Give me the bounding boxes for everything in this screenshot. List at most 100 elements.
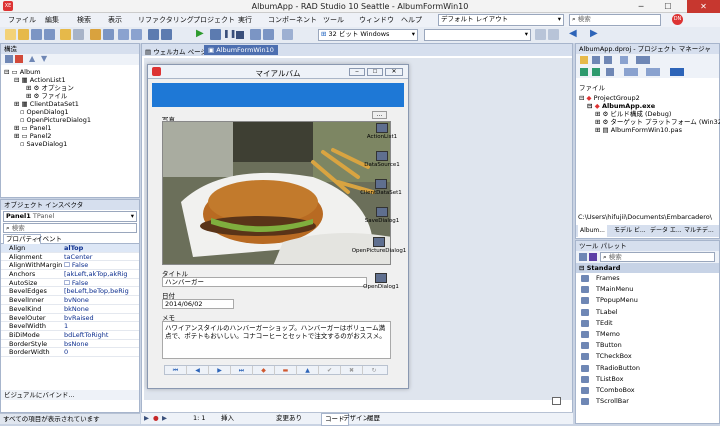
target-icon[interactable] <box>282 29 293 40</box>
device-icon[interactable] <box>535 29 546 40</box>
tree-node[interactable]: ⊞ ⚙ ビルド構成 (Debug) <box>579 110 719 118</box>
tab-data-explorer[interactable]: データ エ... <box>650 225 682 237</box>
down-icon[interactable]: ▼ <box>41 54 47 63</box>
clientdataset-component[interactable]: ClientDataSet1 <box>352 179 410 196</box>
palette-item[interactable]: TButton <box>576 340 719 351</box>
date-field[interactable]: 2014/06/02 <box>162 299 234 309</box>
palette-item[interactable]: TCheckBox <box>576 351 719 362</box>
form-close-button[interactable]: ✕ <box>385 68 403 76</box>
refresh-icon[interactable] <box>606 68 614 76</box>
remove-file-icon[interactable] <box>103 29 114 40</box>
layout-select[interactable]: デフォルト レイアウト ▾ <box>438 14 564 26</box>
form-minimize-button[interactable]: ─ <box>349 68 365 76</box>
save-all-icon[interactable] <box>44 29 55 40</box>
form-maximize-button[interactable]: ☐ <box>367 68 383 76</box>
layout-icon[interactable] <box>670 68 684 76</box>
header-panel[interactable] <box>152 83 404 107</box>
nav-edit-button[interactable]: ▲ <box>297 366 319 375</box>
palette-filter-icon[interactable] <box>589 253 597 261</box>
datasource-component[interactable]: DataSource1 <box>358 151 406 168</box>
menu-help[interactable]: ヘルプ <box>401 15 422 25</box>
property-row[interactable]: BevelInner bvNone <box>1 296 139 305</box>
property-row[interactable]: BiDiMode bdLeftToRight <box>1 331 139 340</box>
stop-icon[interactable] <box>236 31 244 39</box>
run-icon[interactable]: ▶ <box>196 28 204 39</box>
palette-item[interactable]: TLabel <box>576 307 719 318</box>
property-row[interactable]: BevelKind bkNone <box>1 305 139 314</box>
tree-node[interactable]: ⊞ ⚙ ファイル <box>4 92 139 100</box>
record-icon[interactable]: ● <box>153 413 159 424</box>
maximize-button[interactable]: ☐ <box>655 0 681 13</box>
property-row[interactable]: BevelOuter bvRaised <box>1 314 139 323</box>
open-icon[interactable] <box>18 29 29 40</box>
inspector-object-select[interactable]: Panel1 TPanel ▾ <box>3 211 137 222</box>
palette-item[interactable]: TScrollBar <box>576 396 719 407</box>
sync-icon[interactable] <box>620 56 628 64</box>
options-icon[interactable] <box>624 68 638 76</box>
reopen-icon[interactable] <box>73 29 84 40</box>
add-project-icon[interactable] <box>580 56 588 64</box>
tree-node[interactable]: ⊟ ▭ Album <box>4 68 139 76</box>
new-icon[interactable] <box>5 29 16 40</box>
openpicturedialog-component[interactable]: OpenPictureDialog1 <box>348 237 410 254</box>
nav-first-button[interactable]: ⏮ <box>165 366 187 375</box>
form-window[interactable]: マイアルバム ─ ☐ ✕ 写真 ... ActionList1 DataSour… <box>147 64 409 389</box>
device-settings-icon[interactable] <box>548 29 559 40</box>
property-row[interactable]: Anchors [akLeft,akTop,akRig <box>1 270 139 279</box>
tab-history[interactable]: 履歴 <box>367 413 380 424</box>
view-form-icon[interactable] <box>161 29 172 40</box>
property-row[interactable]: BevelEdges [beLeft,beTop,beRig <box>1 287 139 297</box>
palette-item[interactable]: TComboBox <box>576 385 719 396</box>
tab-album[interactable]: Album... <box>578 225 607 237</box>
savedialog-component[interactable]: SaveDialog1 <box>358 207 406 224</box>
menu-tools[interactable]: ツール <box>323 15 344 25</box>
menu-window[interactable]: ウィンドウ <box>359 15 394 25</box>
menu-search[interactable]: 検索 <box>77 15 91 25</box>
ide-search-input[interactable]: ⌕ 検索 <box>569 14 661 26</box>
nav-cancel-button[interactable]: ✖ <box>341 366 363 375</box>
property-row[interactable]: BorderStyle bsNone <box>1 340 139 349</box>
designer-toggle-checkbox[interactable] <box>552 397 561 405</box>
tree-node[interactable]: ▫ OpenDialog1 <box>4 108 139 116</box>
palette-item[interactable]: Frames <box>576 273 719 284</box>
compile-icon[interactable] <box>580 68 588 76</box>
activate-icon[interactable] <box>604 56 612 64</box>
playback-icon[interactable]: ▶ <box>162 413 167 424</box>
palette-item[interactable]: TMainMenu <box>576 284 719 295</box>
nav-post-button[interactable]: ✔ <box>319 366 341 375</box>
menu-file[interactable]: ファイル <box>8 15 36 25</box>
tab-albumformwin10[interactable]: ▣ AlbumFormWin10 <box>204 45 278 55</box>
tree-node[interactable]: ▫ SaveDialog1 <box>4 140 139 148</box>
palette-item[interactable]: TMemo <box>576 329 719 340</box>
actionlist-component[interactable]: ActionList1 <box>358 123 406 140</box>
tab-multi-device[interactable]: マルチデ... <box>684 225 714 237</box>
nav-refresh-button[interactable]: ↻ <box>363 366 385 375</box>
photo-browse-button[interactable]: ... <box>372 111 387 119</box>
title-field[interactable]: ハンバーガー <box>162 277 367 287</box>
palette-item[interactable]: TPopupMenu <box>576 295 719 306</box>
tree-node[interactable]: ⊞ ⚙ オプション <box>4 84 139 92</box>
palette-search-input[interactable]: ⌕ 検索 <box>600 252 715 262</box>
tab-events[interactable]: イベント <box>36 235 62 244</box>
menu-run[interactable]: 実行 <box>238 15 252 25</box>
nav-delete-button[interactable]: ▬ <box>275 366 297 375</box>
view-unit-icon[interactable] <box>131 29 142 40</box>
tree-node[interactable]: ⊞ ⚙ ターゲット プラットフォーム (Win32) <box>579 118 720 126</box>
tab-design[interactable]: デザイン <box>343 413 369 424</box>
platform-select[interactable]: ⊞ 32 ビット Windows ▾ <box>318 29 418 41</box>
up-icon[interactable]: ▲ <box>29 54 35 63</box>
tab-model-view[interactable]: モデル ビ... <box>614 225 646 237</box>
palette-category[interactable]: ⊟ Standard <box>576 263 719 273</box>
nav-insert-button[interactable]: ◆ <box>253 366 275 375</box>
run-without-debug-icon[interactable] <box>210 29 221 40</box>
back-icon[interactable]: ◀ <box>569 28 577 39</box>
nav-prior-button[interactable]: ◀ <box>187 366 209 375</box>
property-row[interactable]: BorderWidth 0 <box>1 348 139 357</box>
palette-item[interactable]: TEdit <box>576 318 719 329</box>
delete-item-icon[interactable] <box>15 55 23 63</box>
trace-icon[interactable] <box>263 29 274 40</box>
palette-item[interactable]: TRadioButton <box>576 363 719 374</box>
forward-icon[interactable]: ▶ <box>590 28 598 39</box>
device-select[interactable]: ▾ <box>424 29 531 41</box>
tree-node[interactable]: ⊞ ▭ Panel2 <box>4 132 139 140</box>
